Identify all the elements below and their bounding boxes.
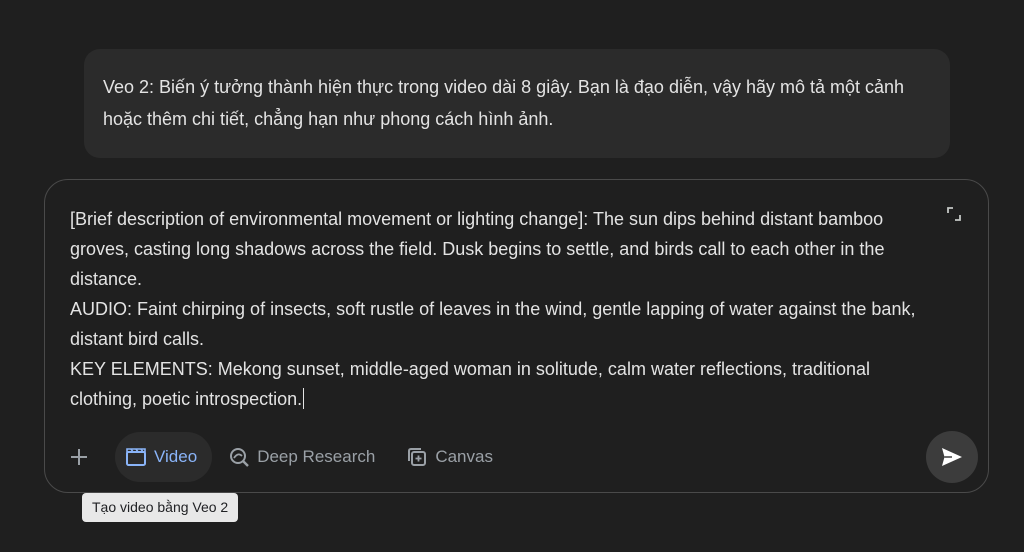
prompt-line-2: AUDIO: Faint chirping of insects, soft r… <box>70 299 921 349</box>
veo-info-card: Veo 2: Biến ý tưởng thành hiện thực tron… <box>84 49 950 158</box>
video-tooltip-text: Tạo video bằng Veo 2 <box>92 499 229 515</box>
send-button[interactable] <box>926 431 978 483</box>
page: Veo 2: Biến ý tưởng thành hiện thực tron… <box>0 0 1024 552</box>
canvas-tool-chip[interactable]: Canvas <box>396 432 508 482</box>
deep-research-icon <box>230 448 250 467</box>
veo-info-text: Veo 2: Biến ý tưởng thành hiện thực tron… <box>103 77 905 129</box>
add-button[interactable] <box>57 435 101 479</box>
text-caret <box>303 388 305 409</box>
deep-research-tool-label: Deep Research <box>257 447 376 466</box>
video-tool-label: Video <box>154 447 198 466</box>
composer-toolbar: Video Deep Research Canvas <box>57 432 514 482</box>
canvas-tool-label: Canvas <box>435 447 493 466</box>
deep-research-tool-chip[interactable]: Deep Research <box>218 432 390 482</box>
canvas-icon <box>408 448 427 466</box>
plus-icon <box>71 449 87 465</box>
video-tool-chip[interactable]: Video <box>115 432 213 482</box>
prompt-line-1: [Brief description of environmental move… <box>70 209 890 289</box>
send-icon <box>942 448 962 466</box>
video-tooltip: Tạo video bằng Veo 2 <box>82 493 239 522</box>
expand-icon[interactable] <box>946 206 962 222</box>
prompt-input[interactable]: [Brief description of environmental move… <box>70 204 940 414</box>
clapperboard-icon <box>126 448 146 466</box>
prompt-composer[interactable]: [Brief description of environmental move… <box>44 179 989 493</box>
prompt-line-3: KEY ELEMENTS: Mekong sunset, middle-aged… <box>70 359 876 409</box>
